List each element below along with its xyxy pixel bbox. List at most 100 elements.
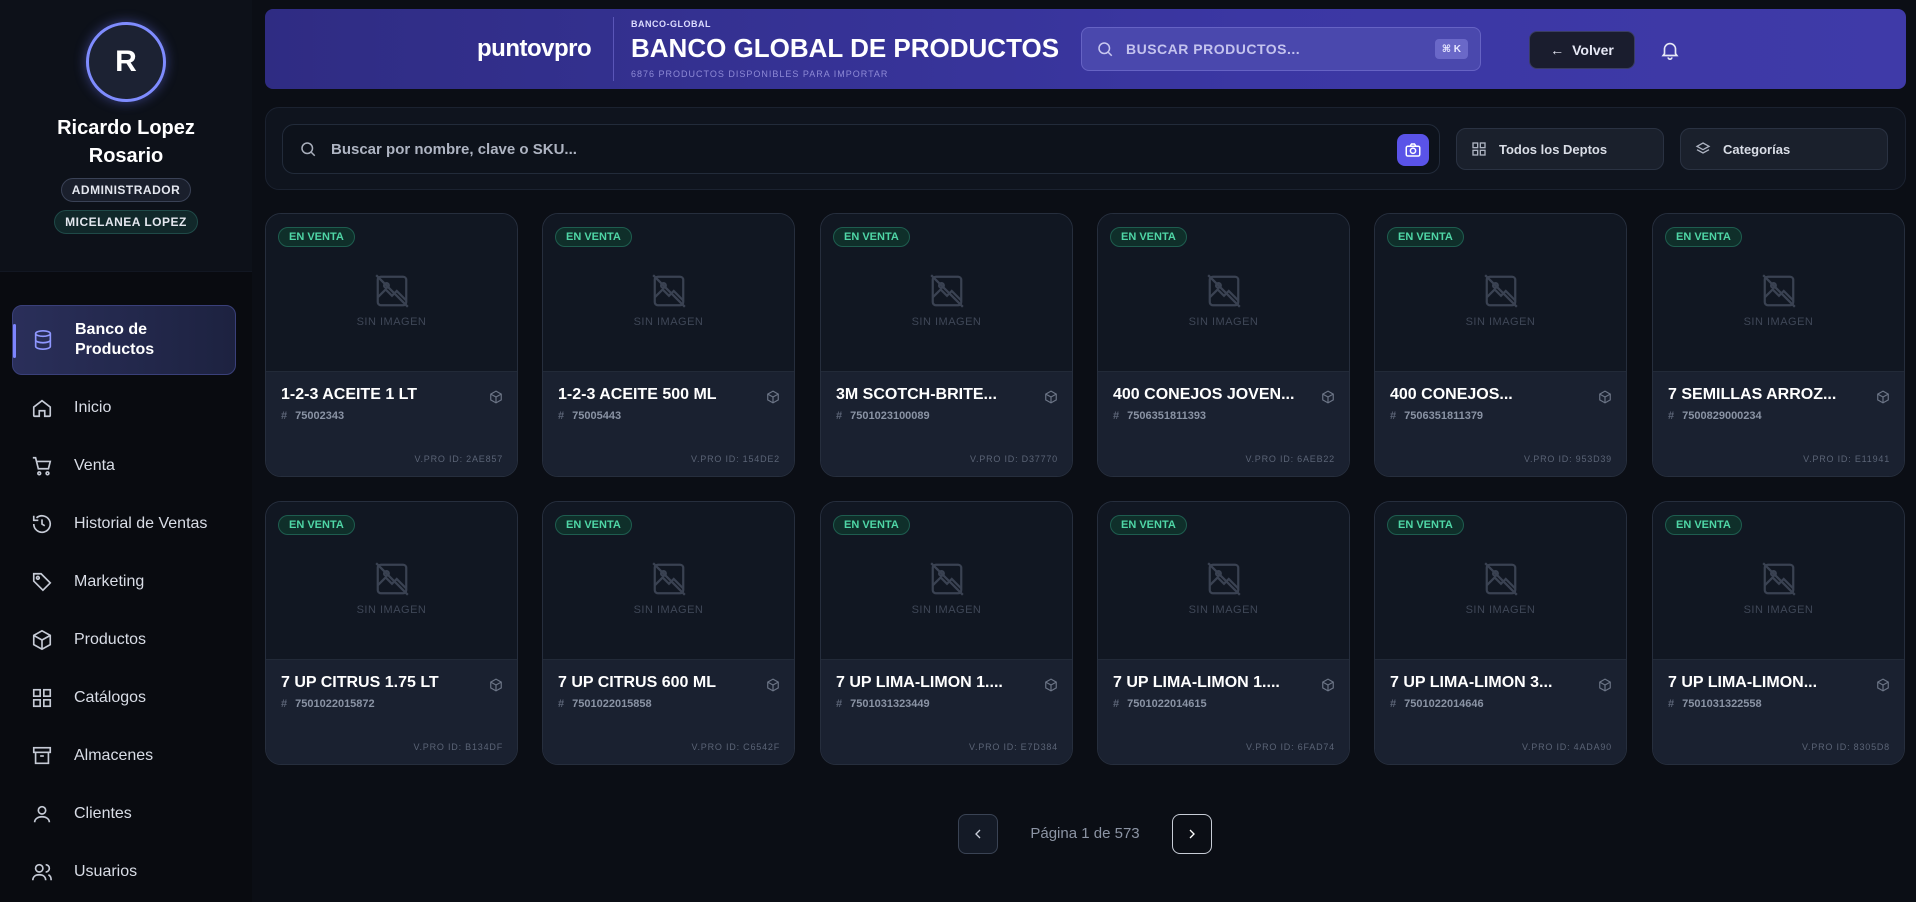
product-name: 7 UP LIMA-LIMON 3... <box>1390 674 1553 691</box>
global-search-input[interactable]: BUSCAR PRODUCTOS... ⌘ K <box>1081 27 1481 71</box>
tag-icon <box>30 570 54 594</box>
status-badge: EN VENTA <box>278 515 355 535</box>
product-image-placeholder: EN VENTA SIN IMAGEN <box>821 214 1072 371</box>
sidebar-item-productos[interactable]: Productos <box>12 611 236 669</box>
image-off-icon <box>374 273 409 308</box>
product-name: 7 UP LIMA-LIMON... <box>1668 674 1818 691</box>
box-icon <box>30 628 54 652</box>
sidebar-item-catálogos[interactable]: Catálogos <box>12 669 236 727</box>
vpro-id: V.PRO ID: E7D384 <box>968 742 1058 752</box>
product-name: 7 UP CITRUS 600 ML <box>558 674 716 691</box>
sidebar-item-label: Usuarios <box>74 863 138 880</box>
brand-logo[interactable]: puntovpro <box>477 35 592 63</box>
product-sku: #7501031322558 <box>1668 698 1890 710</box>
product-card-body: 7 UP LIMA-LIMON... #7501031322558 V.PRO ID… <box>1653 659 1904 764</box>
status-badge: EN VENTA <box>1110 227 1187 247</box>
sidebar-item-marketing[interactable]: Marketing <box>12 553 236 611</box>
image-off-icon <box>1483 273 1518 308</box>
product-name: 1-2-3 ACEITE 1 LT <box>281 386 418 403</box>
product-card[interactable]: EN VENTA SIN IMAGEN 7 UP LIMA-LIMON 1.... #… <box>1097 501 1350 765</box>
product-card[interactable]: EN VENTA SIN IMAGEN 3M SCOTCH-BRITE... #750… <box>820 213 1073 477</box>
no-image-label: SIN IMAGEN <box>911 315 982 328</box>
product-image-placeholder: EN VENTA SIN IMAGEN <box>266 502 517 659</box>
product-card[interactable]: EN VENTA SIN IMAGEN 7 UP LIMA-LIMON 1.... #… <box>820 501 1073 765</box>
sidebar-item-usuarios[interactable]: Usuarios <box>12 843 236 901</box>
product-card[interactable]: EN VENTA SIN IMAGEN 7 UP LIMA-LIMON... #750… <box>1652 501 1905 765</box>
chevron-left-icon <box>975 829 981 839</box>
vpro-id: V.PRO ID: 4ADA90 <box>1521 742 1612 752</box>
product-sku: #75002343 <box>281 410 503 422</box>
category-select[interactable]: Categorías <box>1680 128 1888 170</box>
product-sku: #7501022015872 <box>281 698 503 710</box>
sidebar-nav: Banco de Productos Inicio Venta Historial d… <box>12 305 236 901</box>
status-badge: EN VENTA <box>1387 515 1464 535</box>
status-badge: EN VENTA <box>555 227 632 247</box>
user-icon <box>30 802 54 826</box>
hash-icon: # <box>1113 410 1120 422</box>
layers-icon <box>1695 142 1711 154</box>
user-profile: R Ricardo Lopez Rosario ADMINISTRADOR MI… <box>0 0 252 272</box>
search-icon <box>301 142 316 157</box>
vpro-id: V.PRO ID: B134DF <box>413 742 503 752</box>
vpro-id: V.PRO ID: 953D39 <box>1523 454 1612 464</box>
sidebar-item-historial-de-ventas[interactable]: Historial de Ventas <box>12 495 236 553</box>
camera-scan-button[interactable] <box>1397 134 1429 166</box>
product-card[interactable]: EN VENTA SIN IMAGEN 7 UP CITRUS 1.75 LT #75… <box>265 501 518 765</box>
product-sku-value: 7501022015858 <box>572 698 652 710</box>
box-icon <box>490 390 502 404</box>
product-card[interactable]: EN VENTA SIN IMAGEN 400 CONEJOS... #7506351… <box>1374 213 1627 477</box>
sidebar-item-inicio[interactable]: Inicio <box>12 379 236 437</box>
sidebar-item-almacenes[interactable]: Almacenes <box>12 727 236 785</box>
hash-icon: # <box>836 410 843 422</box>
image-off-icon <box>1761 273 1796 308</box>
product-card[interactable]: EN VENTA SIN IMAGEN 7 UP LIMA-LIMON 3... #7… <box>1374 501 1627 765</box>
sidebar-item-label: Clientes <box>74 805 132 822</box>
product-card[interactable]: EN VENTA SIN IMAGEN 1-2-3 ACEITE 500 ML #75… <box>542 213 795 477</box>
status-badge: EN VENTA <box>833 227 910 247</box>
product-card-body: 400 CONEJOS JOVEN... #7506351811393 V.PRO … <box>1098 371 1349 476</box>
hash-icon: # <box>1668 698 1675 710</box>
chevron-right-icon <box>1189 829 1195 839</box>
product-image-placeholder: EN VENTA SIN IMAGEN <box>1098 502 1349 659</box>
hash-icon: # <box>1390 698 1397 710</box>
product-card-body: 1-2-3 ACEITE 1 LT #75002343 V.PRO ID: 2AE8… <box>266 371 517 476</box>
product-card-body: 7 UP CITRUS 600 ML #7501022015858 V.PRO ID… <box>543 659 794 764</box>
status-badge: EN VENTA <box>278 227 355 247</box>
product-sku-value: 7500829000234 <box>1682 410 1762 422</box>
back-button[interactable]: ← Volver <box>1529 31 1635 69</box>
next-page-button[interactable] <box>1172 814 1212 854</box>
no-image-label: SIN IMAGEN <box>356 315 427 328</box>
product-card[interactable]: EN VENTA SIN IMAGEN 400 CONEJOS JOVEN... #7… <box>1097 213 1350 477</box>
product-sku-value: 7501023100089 <box>850 410 930 422</box>
product-card-body: 7 SEMILLAS ARROZ... #7500829000234 V.PRO I… <box>1653 371 1904 476</box>
product-image-placeholder: EN VENTA SIN IMAGEN <box>1653 214 1904 371</box>
history-icon <box>30 512 54 536</box>
product-card[interactable]: EN VENTA SIN IMAGEN 1-2-3 ACEITE 1 LT #7500… <box>265 213 518 477</box>
product-sku-value: 7501031322558 <box>1682 698 1762 710</box>
product-card[interactable]: EN VENTA SIN IMAGEN 7 SEMILLAS ARROZ... #75… <box>1652 213 1905 477</box>
product-sku-value: 7501022014646 <box>1404 698 1484 710</box>
sidebar-item-clientes[interactable]: Clientes <box>12 785 236 843</box>
avatar[interactable]: R <box>86 22 166 102</box>
product-card-body: 1-2-3 ACEITE 500 ML #75005443 V.PRO ID: 15… <box>543 371 794 476</box>
sidebar-item-label: Inicio <box>74 399 112 416</box>
department-select-value: Todos los Deptos <box>1499 141 1608 157</box>
product-card[interactable]: EN VENTA SIN IMAGEN 7 UP CITRUS 600 ML #750… <box>542 501 795 765</box>
store-badge[interactable]: MICELANEA LOPEZ <box>54 210 198 234</box>
box-icon <box>767 390 779 404</box>
no-image-label: SIN IMAGEN <box>1188 603 1259 616</box>
product-card-body: 7 UP LIMA-LIMON 3... #7501022014646 V.PRO … <box>1375 659 1626 764</box>
prev-page-button[interactable] <box>958 814 998 854</box>
sidebar-item-banco-de-productos[interactable]: Banco de Productos <box>12 305 236 375</box>
sidebar-item-venta[interactable]: Venta <box>12 437 236 495</box>
product-search-placeholder: Buscar por nombre, clave o SKU... <box>331 140 577 158</box>
department-select[interactable]: Todos los Deptos <box>1456 128 1664 170</box>
back-button-label: Volver <box>1572 42 1614 58</box>
product-search-input[interactable]: Buscar por nombre, clave o SKU... <box>282 124 1440 174</box>
sidebar-item-label: Almacenes <box>74 747 154 764</box>
grid-icon <box>30 686 54 710</box>
no-image-label: SIN IMAGEN <box>1465 315 1536 328</box>
box-icon <box>1045 678 1057 692</box>
vpro-id: V.PRO ID: D37770 <box>969 454 1058 464</box>
bell-icon[interactable] <box>1659 39 1681 61</box>
